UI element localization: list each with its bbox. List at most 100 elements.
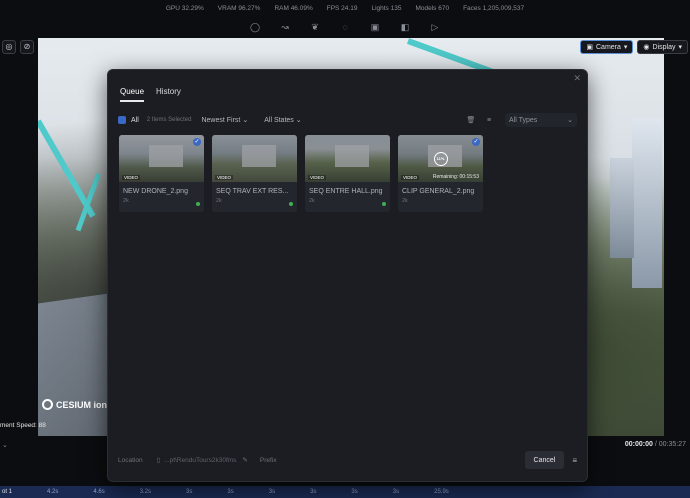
globe-icon[interactable]: ◎ [2,40,16,54]
viewport-left-tools: ◎ ⊘ [2,40,34,54]
item-resolution: 2k [309,198,315,204]
queue-item[interactable]: VIDEO ✓ NEW DRONE_2.png 2k [119,135,204,212]
camera-path [75,173,101,232]
shot-duration: 25.9s [434,489,449,495]
chevron-down-icon[interactable]: ⌄ [2,441,8,449]
item-thumbnail: VIDEO [212,135,297,182]
image-icon[interactable]: ▣ [370,22,380,32]
chevron-down-icon: ⌄ [242,117,249,124]
lightbulb-icon[interactable]: ◯ [250,22,260,32]
display-label: Display [652,43,676,51]
shot-duration: 4.6s [93,489,105,495]
tab-queue[interactable]: Queue [120,87,145,102]
vram-stat: VRAM 96.27% [217,4,261,12]
state-filter-label: All States [264,117,294,124]
item-thumbnail: VIDEO ✓ 11% Remaining: 00:15:53 [398,135,483,182]
flame-icon[interactable]: ◌ [340,22,350,32]
shot-duration: 3s [186,489,193,495]
shot-duration: 4.2s [47,489,59,495]
status-done-icon [382,202,386,206]
shot-duration: 3s [351,489,358,495]
output-path[interactable]: ...pt\RenduTours2k30fms [164,457,236,464]
type-filter-dropdown[interactable]: All Types ⌄ [505,113,577,127]
performance-stats: GPU 32.29% VRAM 96.27% RAM 46.09% FPS 24… [0,0,690,16]
timeline-track[interactable]: ot 1 4.2s 4.6s 3.2s 3s 3s 3s 3s 3s 3s 25… [0,486,690,498]
dialog-footer: Location ▯ ...pt\RenduTours2k30fms ✎ Pre… [118,449,577,471]
faces-stat: Faces 1,205,009,537 [463,4,525,12]
location-label: Location [118,456,143,464]
video-badge: VIDEO [215,175,234,180]
sliders-icon[interactable]: ≡ [483,117,495,124]
node-icon[interactable]: ↝ [280,22,290,32]
close-icon[interactable]: ✕ [573,73,581,84]
chevron-down-icon: ⌄ [567,117,573,124]
queue-grid: VIDEO ✓ NEW DRONE_2.png 2k VIDEO SEQ TRA… [119,135,483,212]
item-thumbnail: VIDEO [305,135,390,182]
filter-bar: All 2 Items Selected Newest First ⌄ All … [118,113,577,127]
queue-item[interactable]: VIDEO SEQ TRAV EXT RES... 2k [212,135,297,212]
item-name: CLIP GENERAL_2.png [402,188,475,195]
camera-label: Camera [596,43,621,51]
ram-stat: RAM 46.09% [274,4,313,12]
selected-count: 2 Items Selected [146,117,192,123]
queue-item[interactable]: VIDEO SEQ ENTRE HALL.png 2k [305,135,390,212]
folder-icon[interactable]: ▯ [157,456,161,464]
progress-ring: 11% [433,151,448,166]
shot-duration: 3.2s [139,489,152,495]
pen-off-icon[interactable]: ⊘ [20,40,34,54]
current-time: 00:00:00 [624,441,653,448]
shot-duration: 3s [227,489,234,495]
item-resolution: 2k [216,198,222,204]
select-all-checkbox[interactable] [118,116,126,124]
cancel-button[interactable]: Cancel [524,451,565,469]
camera-icon: ▣ [586,44,593,51]
movement-speed: ment Speed: 88 [0,422,46,429]
shot-duration: 3s [310,489,317,495]
checkmark-icon[interactable]: ✓ [193,138,201,146]
tab-history[interactable]: History [156,87,181,102]
item-resolution: 2k [402,198,408,204]
leaf-icon[interactable]: ❦ [310,22,320,32]
chevron-down-icon: ▾ [623,44,628,51]
item-name: SEQ ENTRE HALL.png [309,188,383,195]
cesium-logo-icon [42,399,53,410]
sort-label: Newest First [201,117,241,124]
building [610,158,634,258]
camera-dropdown[interactable]: ▣ Camera ▾ [580,40,634,54]
eye-icon: ◉ [643,44,650,51]
cube-icon[interactable]: ◧ [400,22,410,32]
cesium-logo-text: CESIUM ion [56,399,107,410]
trash-icon[interactable]: 🗑 [465,116,477,124]
sort-dropdown[interactable]: Newest First ⌄ [201,116,248,124]
chevron-down-icon: ⌄ [295,117,302,124]
video-badge: VIDEO [401,175,420,180]
state-filter-dropdown[interactable]: All States ⌄ [264,116,301,124]
display-dropdown[interactable]: ◉ Display ▾ [637,40,688,54]
timecode: 00:00:00 / 00:35:27 [625,441,686,448]
dialog-tabs: Queue History [120,87,181,102]
type-filter-label: All Types [509,116,538,124]
item-name: NEW DRONE_2.png [123,188,188,195]
video-badge: VIDEO [122,175,141,180]
main-toolbar: ◯ ↝ ❦ ◌ ▣ ◧ ▷ [0,16,690,38]
item-resolution: 2k [123,198,129,204]
play-icon[interactable]: ▷ [430,22,440,32]
select-all-label: All [131,116,139,124]
sliders-icon[interactable]: ≡ [572,456,577,465]
queue-item[interactable]: VIDEO ✓ 11% Remaining: 00:15:53 CLIP GEN… [398,135,483,212]
shot-label: ot 1 [2,489,13,495]
prefix-label[interactable]: Prefix [260,457,277,464]
total-time: 00:35:27 [658,441,686,448]
render-queue-dialog: ✕ Queue History All 2 Items Selected New… [107,69,588,482]
fps-stat: FPS 24.19 [326,4,358,12]
gpu-stat: GPU 32.29% [165,4,204,12]
view-controls: ▣ Camera ▾ ◉ Display ▾ [580,40,688,54]
item-name: SEQ TRAV EXT RES... [216,188,289,195]
status-done-icon [196,202,200,206]
chevron-down-icon: ▾ [678,44,682,51]
checkmark-icon[interactable]: ✓ [472,138,480,146]
item-thumbnail: VIDEO ✓ [119,135,204,182]
pencil-icon[interactable]: ✎ [242,456,247,464]
shot-duration: 3s [268,489,276,495]
models-stat: Models 670 [415,4,450,12]
